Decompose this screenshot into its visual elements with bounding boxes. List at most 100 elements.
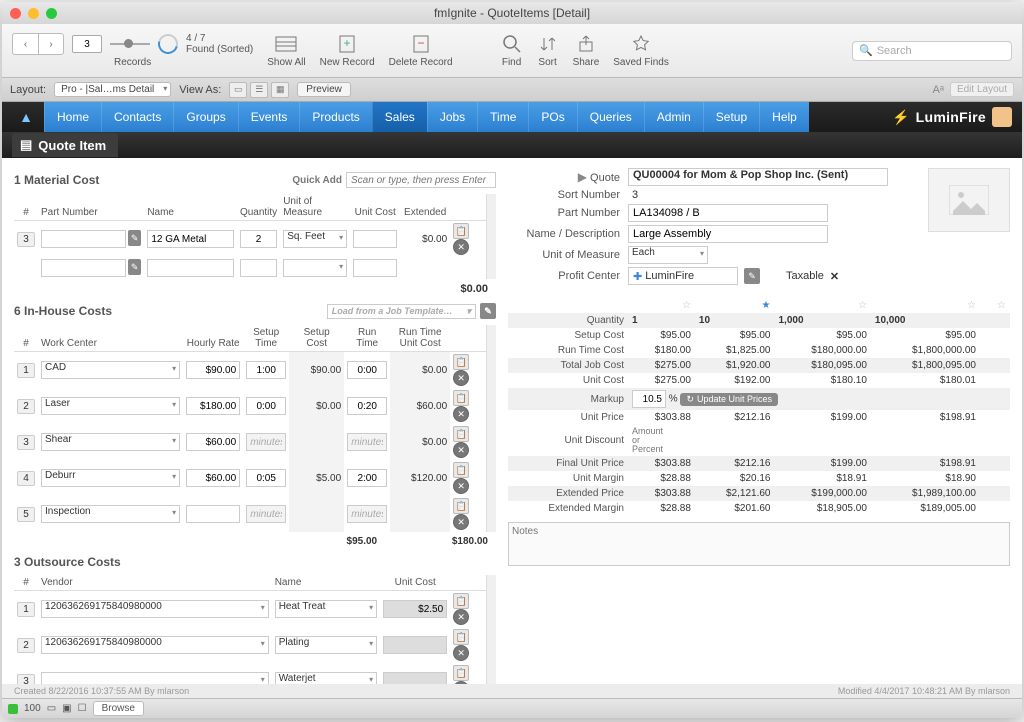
copy-icon[interactable]: 📋 — [453, 390, 469, 406]
quote-value[interactable]: QU00004 for Mom & Pop Shop Inc. (Sent) — [628, 168, 888, 186]
run-time-field[interactable] — [347, 505, 387, 523]
nav-queries[interactable]: Queries — [577, 102, 644, 132]
update-prices-button[interactable]: ↻ Update Unit Prices — [680, 393, 778, 406]
work-center-select[interactable]: Inspection — [41, 505, 180, 523]
goto-icon[interactable]: ▶ — [578, 170, 587, 184]
uom-select[interactable]: Sq. Feet — [283, 230, 347, 248]
copy-icon[interactable]: 📋 — [453, 223, 469, 239]
vendor-select[interactable] — [41, 672, 269, 684]
saved-finds-button[interactable]: Saved Finds — [613, 33, 669, 68]
edit-icon[interactable]: ✎ — [744, 268, 760, 284]
nav-groups[interactable]: Groups — [173, 102, 237, 132]
delete-icon[interactable]: ✕ — [453, 645, 469, 661]
load-template-select[interactable]: Load from a Job Template…▾ — [327, 304, 476, 319]
run-time-field[interactable] — [347, 433, 387, 451]
copy-icon[interactable]: 📋 — [453, 498, 469, 514]
star-icon[interactable]: ☆ — [967, 300, 976, 311]
new-record-button[interactable]: + New Record — [320, 33, 375, 68]
zoom-out-icon[interactable]: ▭ — [47, 703, 56, 714]
run-time-field[interactable] — [347, 397, 387, 415]
nav-setup[interactable]: Setup — [703, 102, 759, 132]
taxable-close-icon[interactable]: ✕ — [830, 270, 839, 283]
rate-field[interactable] — [186, 361, 240, 379]
run-time-field[interactable] — [347, 469, 387, 487]
zoom-value[interactable]: 100 — [24, 703, 41, 714]
work-center-select[interactable]: CAD — [41, 361, 180, 379]
outsource-name-select[interactable]: Waterjet — [275, 672, 377, 684]
star-icon[interactable]: ☆ — [858, 300, 867, 311]
nav-contacts[interactable]: Contacts — [101, 102, 173, 132]
edit-icon[interactable]: ✎ — [128, 259, 141, 275]
delete-record-button[interactable]: − Delete Record — [389, 33, 453, 68]
outsource-cost-field[interactable] — [383, 600, 447, 618]
star-icon[interactable]: ★ — [762, 300, 771, 311]
markup-field[interactable] — [632, 390, 666, 408]
notes-field[interactable] — [508, 522, 1010, 566]
search-input[interactable]: 🔍 Search — [852, 41, 1012, 61]
rate-field[interactable] — [186, 469, 240, 487]
edit-icon[interactable]: ✎ — [128, 230, 141, 246]
vendor-select[interactable]: 120636269175840980000 — [41, 600, 269, 618]
user-avatar[interactable] — [992, 107, 1012, 127]
delete-icon[interactable]: ✕ — [453, 514, 469, 530]
edit-icon[interactable]: ✎ — [480, 303, 496, 319]
setup-time-field[interactable] — [246, 469, 286, 487]
delete-icon[interactable]: ✕ — [453, 239, 469, 255]
nav-time[interactable]: Time — [477, 102, 528, 132]
work-center-select[interactable]: Laser — [41, 397, 180, 415]
setup-time-field[interactable] — [246, 397, 286, 415]
copy-icon[interactable]: 📋 — [453, 629, 469, 645]
setup-time-field[interactable] — [246, 361, 286, 379]
sort-button[interactable]: Sort — [537, 33, 559, 68]
copy-icon[interactable]: 📋 — [453, 665, 469, 681]
outsource-cost-field[interactable] — [383, 672, 447, 684]
show-all-button[interactable]: Show All — [267, 33, 305, 68]
description-field[interactable] — [628, 225, 828, 243]
qty-field[interactable] — [240, 230, 277, 248]
copy-icon[interactable]: 📋 — [453, 426, 469, 442]
star-icon[interactable]: ☆ — [682, 300, 691, 311]
nav-pos[interactable]: POs — [528, 102, 576, 132]
preview-button[interactable]: Preview — [297, 82, 351, 97]
rate-field[interactable] — [186, 397, 240, 415]
delete-icon[interactable]: ✕ — [453, 370, 469, 386]
setup-time-field[interactable] — [246, 505, 286, 523]
star-icon[interactable]: ☆ — [997, 300, 1006, 311]
outsource-name-select[interactable]: Heat Treat — [275, 600, 377, 618]
copy-icon[interactable]: 📋 — [453, 593, 469, 609]
delete-icon[interactable]: ✕ — [453, 609, 469, 625]
rate-field[interactable] — [186, 433, 240, 451]
delete-icon[interactable]: ✕ — [453, 478, 469, 494]
part-number-field[interactable] — [41, 259, 126, 277]
view-table-icon[interactable]: ▦ — [271, 82, 289, 98]
profit-center-field[interactable]: ✚LuminFire — [628, 267, 738, 285]
nav-sales[interactable]: Sales — [372, 102, 427, 132]
share-button[interactable]: Share — [573, 33, 600, 68]
part-number-field[interactable] — [41, 230, 126, 248]
format-toggle[interactable]: Aᵃ — [933, 84, 944, 96]
mode-button[interactable]: Browse — [93, 701, 144, 716]
edit-layout-button[interactable]: Edit Layout — [950, 82, 1014, 97]
image-placeholder[interactable] — [928, 168, 1010, 232]
record-slider[interactable] — [110, 43, 150, 45]
name-field[interactable] — [147, 230, 234, 248]
copy-icon[interactable]: 📋 — [453, 354, 469, 370]
uom-select[interactable]: Each — [628, 246, 708, 264]
scrollbar[interactable] — [486, 575, 496, 684]
quick-add-input[interactable] — [346, 172, 496, 188]
panel-icon[interactable]: ☐ — [78, 703, 87, 714]
run-time-field[interactable] — [347, 361, 387, 379]
next-record-button[interactable]: › — [38, 33, 64, 55]
nav-events[interactable]: Events — [238, 102, 300, 132]
app-logo-icon[interactable]: ▲ — [8, 102, 44, 132]
outsource-name-select[interactable]: Plating — [275, 636, 377, 654]
unit-cost-field[interactable] — [353, 230, 397, 248]
delete-icon[interactable]: ✕ — [453, 406, 469, 422]
outsource-cost-field[interactable] — [383, 636, 447, 654]
work-center-select[interactable]: Deburr — [41, 469, 180, 487]
work-center-select[interactable]: Shear — [41, 433, 180, 451]
nav-admin[interactable]: Admin — [644, 102, 703, 132]
view-list-icon[interactable]: ☰ — [250, 82, 268, 98]
zoom-in-icon[interactable]: ▣ — [62, 703, 71, 714]
nav-home[interactable]: Home — [44, 102, 101, 132]
